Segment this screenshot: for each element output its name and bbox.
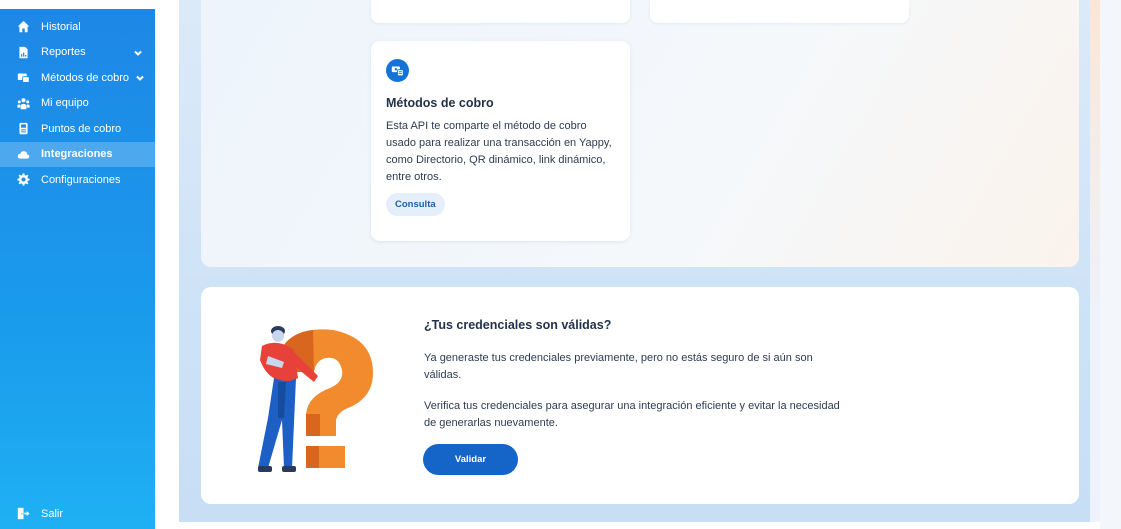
validar-button[interactable]: Validar bbox=[423, 444, 518, 475]
sidebar-nav: Historial Reportes Métodos de cobro Mi e… bbox=[0, 9, 155, 193]
sidebar-item-puntos-de-cobro[interactable]: Puntos de cobro bbox=[0, 116, 155, 142]
logout-button[interactable]: Salir bbox=[17, 507, 63, 520]
team-icon bbox=[17, 97, 30, 110]
payment-method-icon bbox=[386, 59, 409, 82]
home-icon bbox=[17, 20, 30, 33]
credentials-description: Ya generaste tus credenciales previament… bbox=[424, 352, 813, 381]
api-card-description: Esta API te comparte el método de cobro … bbox=[386, 120, 612, 183]
question-mark-person-illustration bbox=[258, 326, 373, 472]
logout-label: Salir bbox=[41, 507, 64, 520]
cloud-icon bbox=[17, 148, 30, 161]
sidebar-item-historial[interactable]: Historial bbox=[0, 14, 155, 40]
exit-door-icon bbox=[17, 507, 30, 520]
sidebar-item-integraciones[interactable]: Integraciones bbox=[0, 141, 155, 167]
sidebar-item-label: Integraciones bbox=[41, 148, 113, 161]
sidebar-item-label: Reportes bbox=[41, 46, 86, 59]
sidebar-item-label: Puntos de cobro bbox=[41, 122, 122, 135]
api-card-metodos-de-cobro: Métodos de cobro Esta API te comparte el… bbox=[371, 41, 630, 241]
chevron-down-icon bbox=[135, 73, 145, 83]
sidebar-item-configuraciones[interactable]: Configuraciones bbox=[0, 167, 155, 193]
credentials-instructions: Verifica tus credenciales para asegurar … bbox=[424, 400, 840, 429]
pos-icon bbox=[17, 122, 30, 135]
api-card-partial bbox=[371, 0, 630, 23]
credentials-title: ¿Tus credenciales son válidas? bbox=[424, 318, 612, 332]
sidebar-item-metodos-de-cobro[interactable]: Métodos de cobro bbox=[0, 65, 155, 91]
page-margin bbox=[1100, 0, 1121, 529]
sidebar-item-reportes[interactable]: Reportes bbox=[0, 40, 155, 66]
report-icon bbox=[17, 46, 30, 59]
consulta-chip[interactable]: Consulta bbox=[386, 193, 445, 216]
payment-methods-icon bbox=[17, 71, 30, 84]
api-card-partial bbox=[650, 0, 909, 23]
sidebar-item-label: Historial bbox=[41, 20, 81, 33]
chevron-down-icon bbox=[133, 48, 143, 58]
api-cards-panel bbox=[201, 0, 1079, 267]
sidebar: Historial Reportes Métodos de cobro Mi e… bbox=[0, 9, 155, 529]
gear-icon bbox=[17, 173, 30, 186]
sidebar-item-mi-equipo[interactable]: Mi equipo bbox=[0, 91, 155, 117]
api-card-title: Métodos de cobro bbox=[386, 96, 494, 110]
sidebar-item-label: Configuraciones bbox=[41, 173, 121, 186]
sidebar-item-label: Mi equipo bbox=[41, 97, 89, 110]
sidebar-item-label: Métodos de cobro bbox=[41, 71, 130, 84]
